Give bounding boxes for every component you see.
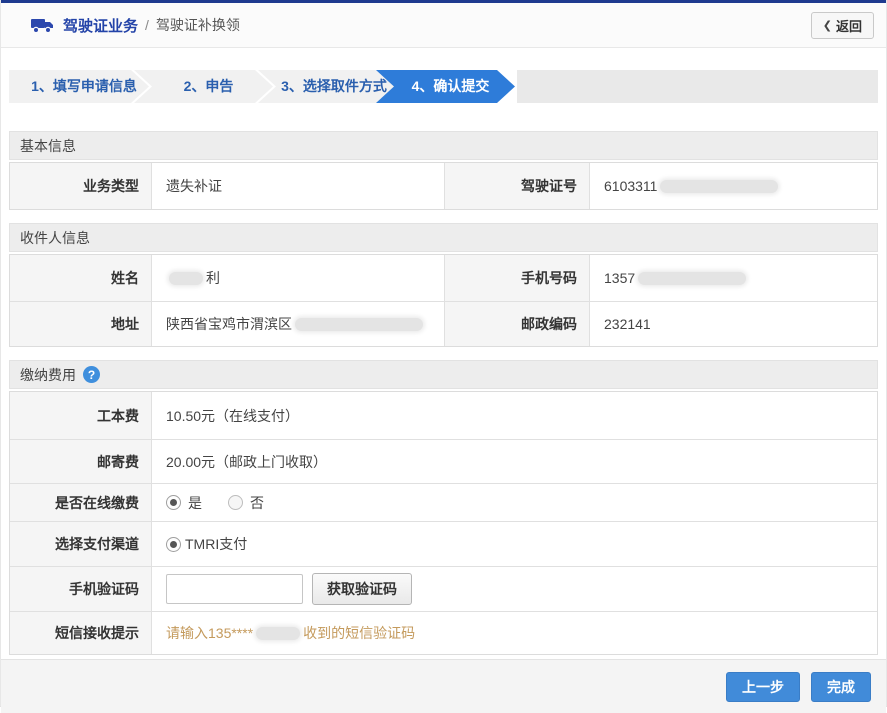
sms-hint-value: 请输入135****收到的短信验证码 — [152, 612, 877, 654]
name-label: 姓名 — [10, 255, 152, 301]
redaction-mask — [169, 272, 203, 285]
table-row: 短信接收提示 请输入135****收到的短信验证码 — [10, 611, 877, 654]
radio-tmri-label: TMRI支付 — [185, 534, 247, 554]
online-pay-options: 是 否 — [152, 484, 877, 521]
pay-channel-label: 选择支付渠道 — [10, 522, 152, 566]
business-type-label: 业务类型 — [10, 163, 152, 209]
production-fee-value: 10.50元（在线支付） — [152, 392, 877, 439]
business-type-value: 遗失补证 — [152, 163, 445, 209]
basic-info-table: 业务类型 遗失补证 驾驶证号 6103311 — [9, 162, 878, 210]
finish-button[interactable]: 完成 — [811, 672, 871, 702]
table-row: 邮寄费 20.00元（邮政上门收取） — [10, 439, 877, 483]
fees-table: 工本费 10.50元（在线支付） 邮寄费 20.00元（邮政上门收取） 是否在线… — [9, 391, 878, 655]
pay-channel-options: TMRI支付 — [152, 522, 877, 566]
tab-step-4[interactable]: 4、确认提交 — [376, 70, 515, 103]
redaction-mask — [256, 627, 300, 640]
section-recipient-info-title: 收件人信息 — [20, 228, 90, 248]
address-value: 陕西省宝鸡市渭滨区 — [152, 302, 445, 346]
chevron-left-icon: ❮ — [823, 19, 832, 32]
page-container: 驾驶证业务 / 驾驶证补换领 ❮ 返回 1、填写申请信息 2、申告 3、选择取件… — [0, 0, 887, 707]
radio-no[interactable] — [228, 495, 243, 510]
phone-value: 1357 — [590, 255, 877, 301]
tab-step-2[interactable]: 2、申告 — [134, 70, 273, 103]
header: 驾驶证业务 / 驾驶证补换领 ❮ 返回 — [1, 3, 886, 48]
sms-hint-label: 短信接收提示 — [10, 612, 152, 654]
section-fees-title: 缴纳费用 — [20, 365, 76, 385]
section-fees: 缴纳费用 ? 工本费 10.50元（在线支付） 邮寄费 20.00元（邮政上门收… — [9, 360, 878, 655]
breadcrumb-separator: / — [145, 17, 149, 33]
section-basic-info-title: 基本信息 — [20, 136, 76, 156]
postcode-value: 232141 — [590, 302, 877, 346]
table-row: 地址 陕西省宝鸡市渭滨区 邮政编码 232141 — [10, 301, 877, 346]
license-number-label: 驾驶证号 — [445, 163, 590, 209]
radio-no-label: 否 — [250, 493, 264, 513]
tab-step-4-label: 4、确认提交 — [402, 70, 490, 103]
section-fees-header: 缴纳费用 ? — [9, 360, 878, 389]
back-button[interactable]: ❮ 返回 — [811, 12, 874, 39]
section-basic-info: 基本信息 业务类型 遗失补证 驾驶证号 6103311 — [9, 131, 878, 210]
redaction-mask — [638, 272, 746, 285]
sms-code-input[interactable] — [166, 574, 303, 604]
table-row: 手机验证码 获取验证码 — [10, 566, 877, 611]
production-fee-label: 工本费 — [10, 392, 152, 439]
postage-fee-label: 邮寄费 — [10, 440, 152, 483]
page-title: 驾驶证业务 — [63, 15, 138, 36]
section-recipient-info-header: 收件人信息 — [9, 223, 878, 252]
truck-icon — [31, 16, 55, 34]
radio-yes-label: 是 — [188, 493, 202, 513]
phone-label: 手机号码 — [445, 255, 590, 301]
question-mark-icon[interactable]: ? — [83, 366, 100, 383]
postage-fee-value: 20.00元（邮政上门收取） — [152, 440, 877, 483]
postcode-label: 邮政编码 — [445, 302, 590, 346]
section-basic-info-header: 基本信息 — [9, 131, 878, 160]
radio-tmri[interactable] — [166, 537, 181, 552]
sms-code-label: 手机验证码 — [10, 567, 152, 611]
recipient-info-table: 姓名 利 手机号码 1357 地址 陕西省宝鸡市渭滨区 邮政编码 232141 — [9, 254, 878, 347]
tab-step-1-label: 1、填写申请信息 — [21, 70, 137, 103]
license-number-value: 6103311 — [590, 163, 877, 209]
online-pay-label: 是否在线缴费 — [10, 484, 152, 521]
table-row: 工本费 10.50元（在线支付） — [10, 392, 877, 439]
prev-step-button[interactable]: 上一步 — [726, 672, 800, 702]
tab-step-2-label: 2、申告 — [174, 70, 234, 103]
table-row: 选择支付渠道 TMRI支付 — [10, 521, 877, 566]
redaction-mask — [295, 318, 423, 331]
back-button-label: 返回 — [836, 16, 862, 35]
tab-step-3[interactable]: 3、选择取件方式 — [258, 70, 400, 103]
table-row: 姓名 利 手机号码 1357 — [10, 255, 877, 301]
section-recipient-info: 收件人信息 姓名 利 手机号码 1357 地址 陕西省宝鸡市渭滨区 邮政编码 — [9, 223, 878, 347]
step-progress-bar: 1、填写申请信息 2、申告 3、选择取件方式 4、确认提交 — [9, 70, 878, 103]
table-row: 是否在线缴费 是 否 — [10, 483, 877, 521]
address-label: 地址 — [10, 302, 152, 346]
table-row: 业务类型 遗失补证 驾驶证号 6103311 — [10, 163, 877, 209]
tab-step-1[interactable]: 1、填写申请信息 — [9, 70, 149, 103]
sms-code-cell: 获取验证码 — [152, 567, 877, 611]
tab-step-3-label: 3、选择取件方式 — [271, 70, 387, 103]
get-code-button[interactable]: 获取验证码 — [312, 573, 412, 605]
redaction-mask — [660, 180, 778, 193]
breadcrumb-current: 驾驶证补换领 — [156, 15, 240, 35]
name-value: 利 — [152, 255, 445, 301]
radio-yes[interactable] — [166, 495, 181, 510]
footer-action-bar: 上一步 完成 — [1, 659, 886, 713]
